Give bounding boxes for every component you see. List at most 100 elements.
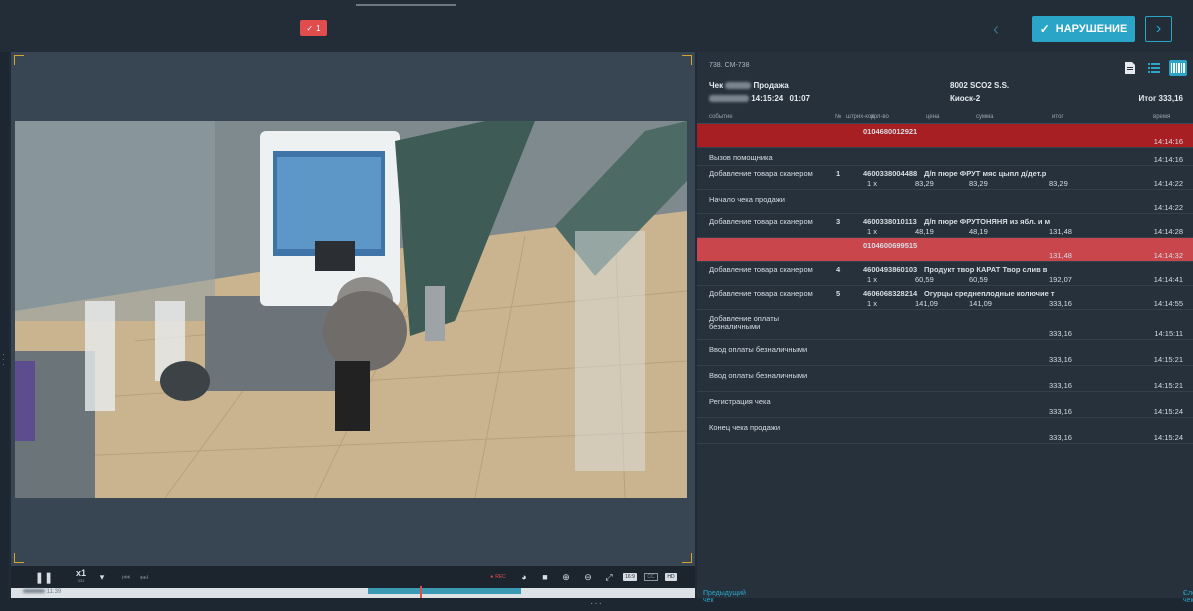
col-event: событие: [709, 114, 733, 120]
row-product: Д/п пюре ФРУТОНЯНЯ из ябл. и м: [924, 217, 1051, 226]
table-row[interactable]: Добавление товара сканером 1 4600338004488…: [697, 166, 1193, 190]
row-total: 333,16: [1049, 299, 1072, 308]
row-total: 131,48: [1049, 227, 1072, 236]
row-time: 14:15:11: [1154, 329, 1183, 338]
pause-button[interactable]: ❚❚: [31, 566, 57, 588]
row-sum: 60,59: [969, 275, 988, 284]
row-event: Добавление товара сканером: [709, 217, 813, 226]
frame-corner: [682, 553, 692, 563]
drag-handle-icon[interactable]: · · ·: [2, 351, 5, 369]
speed-value: x1: [75, 568, 86, 578]
pause-icon: ❚❚: [34, 571, 54, 584]
table-row[interactable]: Добавление товара сканером 5 4606068328214…: [697, 286, 1193, 310]
row-total: 333,16: [1049, 407, 1072, 416]
kiosk-name: Киоск-2: [950, 94, 981, 103]
col-num: №: [835, 114, 842, 120]
row-total: 333,16: [1049, 381, 1072, 390]
table-row[interactable]: Ввод оплаты безналичными 333,16 14:15:21: [697, 340, 1193, 366]
row-price: 48,19: [915, 227, 934, 236]
violation-count-badge[interactable]: ✓ 1: [300, 20, 327, 36]
violation-count: 1: [316, 23, 321, 33]
aspect-button[interactable]: 16:9: [619, 566, 641, 588]
timeline-segment[interactable]: [368, 588, 521, 594]
col-total: итог: [1052, 114, 1064, 120]
top-scroll-indicator[interactable]: [356, 4, 456, 6]
table-row[interactable]: Конец чека продажи 333,16 14:15:24: [697, 418, 1193, 444]
step-forward-icon[interactable]: ⏭: [135, 566, 153, 588]
table-row[interactable]: Добавление товара сканером 4 4600493860103…: [697, 262, 1193, 286]
rec-label: REC: [495, 574, 506, 580]
row-qty: 1 x: [867, 275, 878, 284]
fullscreen-icon[interactable]: ⤢: [599, 566, 619, 588]
row-price: 60,59: [915, 275, 934, 284]
camera-icon[interactable]: ■: [535, 566, 555, 588]
table-row[interactable]: Добавление товара сканером 3 4600338010113…: [697, 214, 1193, 238]
hd-label: HD: [665, 573, 677, 581]
row-event: Ввод оплаты безналичными: [709, 345, 808, 354]
row-time: 14:15:21: [1153, 381, 1183, 390]
cc-button[interactable]: CC: [641, 566, 661, 588]
bottom-bar: ···: [0, 598, 1193, 611]
row-barcode: 4600338010113: [863, 217, 917, 226]
row-total: 333,16: [1049, 433, 1072, 442]
row-total: 333,16: [1049, 329, 1072, 338]
table-row[interactable]: 0104680012921 14:14:16: [697, 124, 1193, 148]
table-row[interactable]: Ввод оплаты безналичными 333,16 14:15:21: [697, 366, 1193, 392]
chevron-right-icon: ›: [1183, 590, 1186, 597]
check-icon: ✓: [1039, 22, 1050, 36]
row-time: 14:14:32: [1153, 251, 1183, 260]
camera-scene: [15, 121, 687, 498]
row-time: 14:14:28: [1153, 227, 1183, 236]
document-view-button[interactable]: [1121, 60, 1139, 76]
list-view-button[interactable]: [1145, 60, 1163, 76]
next-violation-button[interactable]: ›: [1145, 16, 1172, 42]
row-time: 14:15:24: [1153, 433, 1183, 442]
table-row[interactable]: Регистрация чека 333,16 14:15:24: [697, 392, 1193, 418]
barcode-view-button[interactable]: [1169, 60, 1187, 76]
barcode-icon: [1171, 63, 1185, 73]
terminal-id: 8002 SCO2 S.S.: [950, 81, 1010, 90]
row-total: 131,48: [1049, 251, 1072, 260]
top-bar: ✓ 1 ‹ ✓ НАРУШЕНИЕ ›: [0, 0, 1193, 52]
row-qty: 1 x: [867, 179, 878, 188]
aspect-label: 16:9: [623, 573, 637, 581]
row-number: 5: [836, 289, 841, 298]
frame-corner: [682, 55, 692, 65]
row-sum: 48,19: [969, 227, 988, 236]
chevron-down-icon[interactable]: ▾: [97, 566, 107, 588]
row-event: Добавление товара сканером: [709, 169, 813, 178]
row-event: Ввод оплаты безналичными: [709, 371, 808, 380]
prev-violation-button[interactable]: ‹: [984, 18, 1008, 40]
row-time: 14:14:16: [1153, 137, 1183, 146]
row-event: Добавление товара сканером: [709, 289, 813, 298]
resize-handle-icon[interactable]: ···: [590, 598, 603, 609]
table-row[interactable]: 0104600699515 131,48 14:14:32: [697, 238, 1193, 262]
timeline-cursor[interactable]: [420, 586, 422, 598]
chevron-right-icon: ›: [1155, 20, 1162, 37]
row-price: 141,09: [915, 299, 938, 308]
row-qty: 1 x: [867, 227, 878, 236]
step-back-icon[interactable]: ⏮: [117, 566, 135, 588]
row-sum: 83,29: [969, 179, 988, 188]
speed-selector[interactable]: x1 333: [65, 566, 97, 588]
row-product: Огурцы среднеплодные колючие т: [924, 289, 1055, 298]
table-header: событие № штрих-код кол-во цена сумма ит…: [697, 112, 1193, 124]
snapshot-icon[interactable]: ◕: [513, 566, 535, 588]
table-row[interactable]: Добавление оплаты безналичными 333,16 14:1…: [697, 310, 1193, 340]
row-barcode: 4606068328214: [863, 289, 918, 298]
row-event: Конец чека продажи: [709, 423, 781, 432]
row-total: 333,16: [1049, 355, 1072, 364]
row-price: 83,29: [915, 179, 934, 188]
timeline[interactable]: 11:39: [11, 586, 695, 598]
row-total: 83,29: [1049, 179, 1068, 188]
hd-button[interactable]: HD: [661, 566, 681, 588]
camera-frame[interactable]: [15, 121, 687, 498]
camera-id: 738. CM-738: [709, 62, 750, 69]
frame-corner: [14, 55, 24, 65]
zoom-in-icon[interactable]: ⊕: [555, 566, 577, 588]
table-row[interactable]: Начало чека продажи 14:14:22: [697, 190, 1193, 214]
zoom-out-icon[interactable]: ⊖: [577, 566, 599, 588]
violation-button[interactable]: ✓ НАРУШЕНИЕ: [1032, 16, 1135, 42]
table-row[interactable]: Вызов помощника 14:14:16: [697, 148, 1193, 166]
row-total: 192,07: [1049, 275, 1072, 284]
